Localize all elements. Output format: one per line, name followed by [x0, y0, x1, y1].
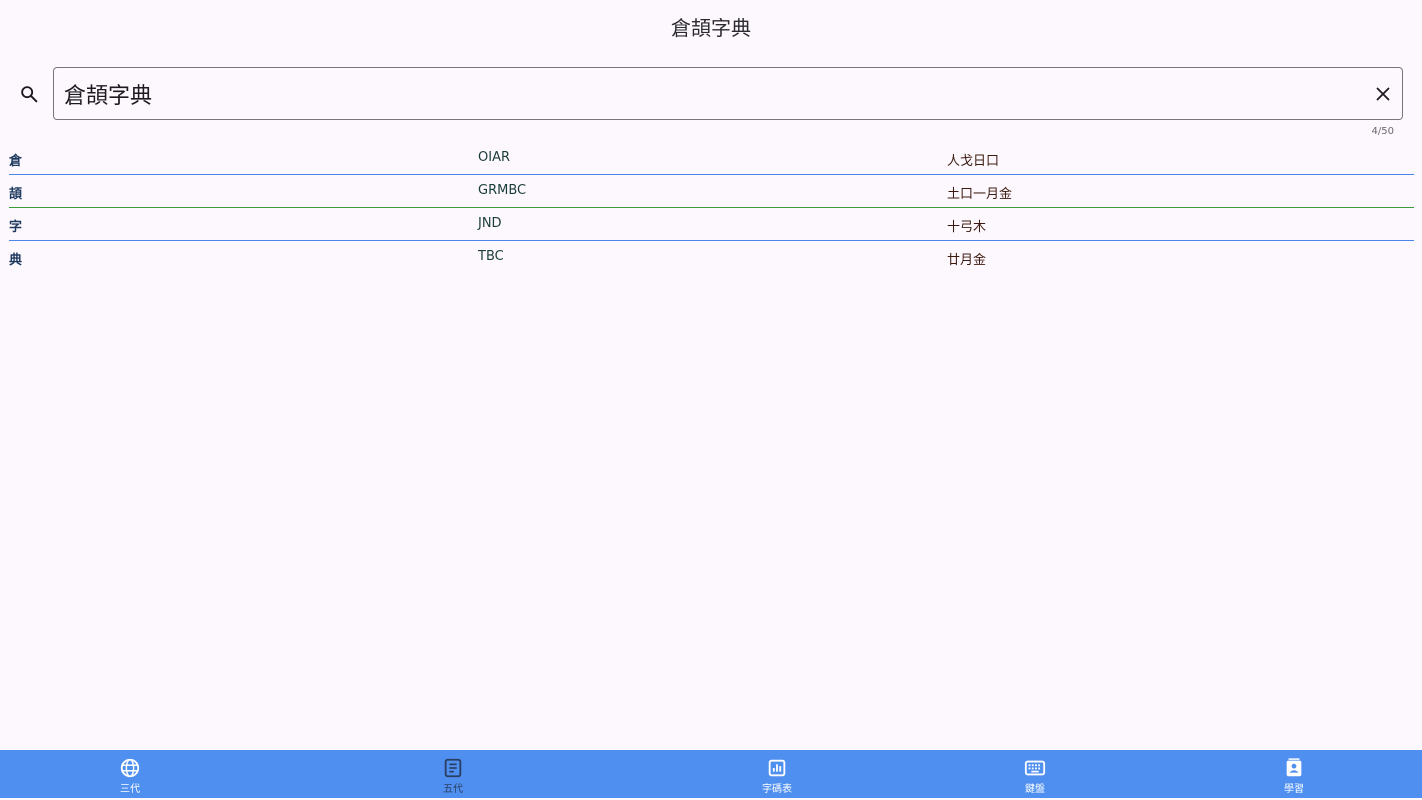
bottom-navigation: 三代 五代 字碼表 鍵盤 學習: [0, 750, 1422, 798]
chart-icon: [768, 759, 786, 777]
nav-label: 學習: [1284, 784, 1304, 795]
result-code: GRMBC: [478, 183, 527, 198]
article-icon: [444, 758, 462, 778]
nav-item-sandai[interactable]: 三代: [70, 750, 190, 798]
search-input[interactable]: [64, 76, 1354, 112]
result-radicals: 十弓木: [947, 220, 987, 235]
nav-label: 三代: [120, 784, 140, 795]
result-radicals: 廿月金: [947, 253, 987, 268]
app-title: 倉頡字典: [671, 16, 751, 40]
close-icon[interactable]: [1372, 83, 1394, 105]
result-radicals: 人戈日口: [947, 154, 1000, 169]
result-char: 倉: [9, 154, 23, 169]
nav-label: 鍵盤: [1025, 784, 1045, 795]
list-item[interactable]: 倉 OIAR 人戈日口: [9, 142, 1414, 175]
result-code: OIAR: [478, 150, 510, 165]
search-icon: [18, 83, 40, 105]
result-char: 字: [9, 220, 23, 235]
nav-label: 五代: [443, 784, 463, 795]
result-char: 頡: [9, 187, 23, 202]
results-list: 倉 OIAR 人戈日口 頡 GRMBC 土口一月金 字 JND 十弓木 典 TB…: [9, 142, 1414, 273]
nav-item-keyboard[interactable]: 鍵盤: [975, 750, 1095, 798]
nav-label: 字碼表: [762, 784, 792, 795]
contact-card-icon: [1286, 758, 1302, 777]
search-row: [0, 67, 1422, 123]
nav-item-wudai[interactable]: 五代: [393, 750, 513, 798]
result-radicals: 土口一月金: [947, 187, 1013, 202]
character-counter: 4/50: [1371, 126, 1394, 137]
list-item[interactable]: 字 JND 十弓木: [9, 208, 1414, 241]
search-field[interactable]: [53, 67, 1403, 120]
nav-item-code-table[interactable]: 字碼表: [717, 750, 837, 798]
list-item[interactable]: 典 TBC 廿月金: [9, 241, 1414, 273]
nav-item-learn[interactable]: 學習: [1234, 750, 1354, 798]
list-item[interactable]: 頡 GRMBC 土口一月金: [9, 175, 1414, 208]
result-code: JND: [478, 216, 502, 231]
result-code: TBC: [478, 249, 504, 264]
result-char: 典: [9, 253, 23, 268]
keyboard-icon: [1024, 760, 1046, 776]
globe-icon: [120, 758, 140, 778]
